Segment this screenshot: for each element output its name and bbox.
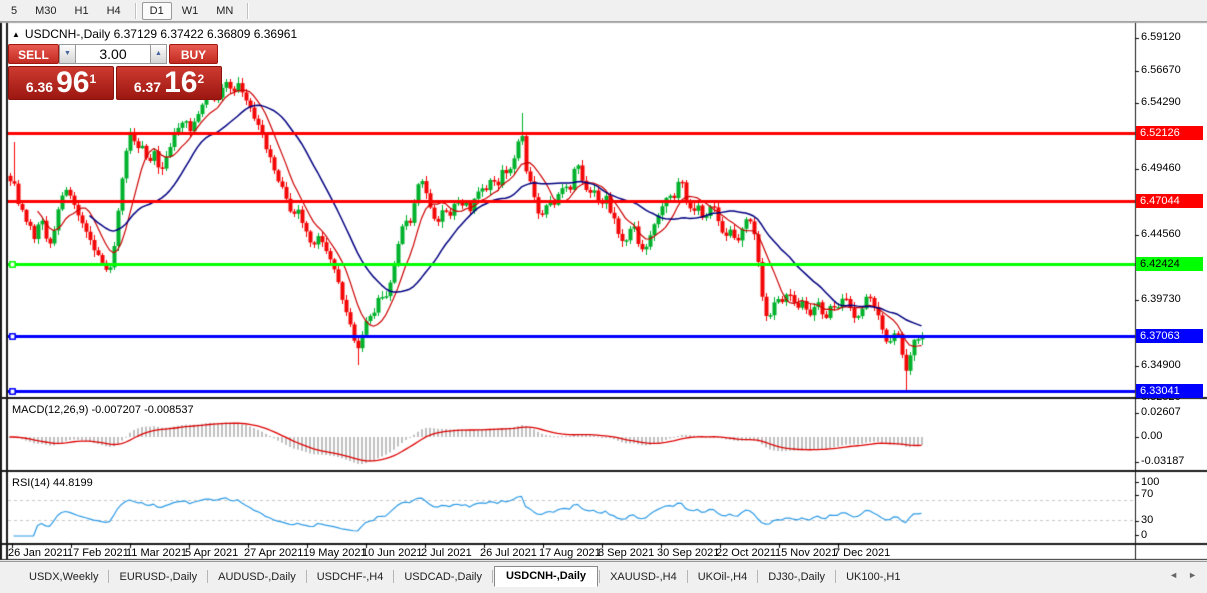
sell-price-small: 6.36 xyxy=(26,76,53,98)
buy-price-small: 6.37 xyxy=(134,76,161,98)
volume-increase-button[interactable]: ▲ xyxy=(150,44,167,64)
chart-tabs: USDX,WeeklyEURUSD-,DailyAUDUSD-,DailyUSD… xyxy=(20,566,909,587)
sell-price-sup: 1 xyxy=(89,74,96,84)
chart-tab-bar: USDX,WeeklyEURUSD-,DailyAUDUSD-,DailyUSD… xyxy=(0,561,1207,593)
buy-button[interactable]: BUY xyxy=(169,44,218,64)
buy-price-sup: 2 xyxy=(197,74,204,84)
tab-separator xyxy=(207,570,208,583)
sell-button[interactable]: SELL xyxy=(8,44,59,64)
tab-dj30-daily[interactable]: DJ30-,Daily xyxy=(759,568,834,587)
tab-separator xyxy=(687,570,688,583)
tab-separator xyxy=(835,570,836,583)
trade-panel-price-row: 6.36 96 1 6.37 16 2 xyxy=(8,66,222,100)
mt4-window: 5M30H1H4D1W1MN ▲USDCNH-,Daily 6.37129 6.… xyxy=(0,0,1207,593)
buy-price-button[interactable]: 6.37 16 2 xyxy=(116,66,222,100)
tab-separator xyxy=(599,570,600,583)
tab-uk100-h1[interactable]: UK100-,H1 xyxy=(837,568,909,587)
tab-separator xyxy=(108,570,109,583)
tab-scroll-right-icon[interactable]: ► xyxy=(1188,570,1197,580)
tab-separator xyxy=(393,570,394,583)
tab-usdcnh-daily[interactable]: USDCNH-,Daily xyxy=(494,566,598,587)
one-click-trading-panel: SELL ▼ ▲ BUY 6.36 96 1 6.37 16 2 xyxy=(8,44,222,100)
tab-separator xyxy=(757,570,758,583)
tab-usdcad-daily[interactable]: USDCAD-,Daily xyxy=(395,568,491,587)
tab-separator xyxy=(306,570,307,583)
sell-price-button[interactable]: 6.36 96 1 xyxy=(8,66,114,100)
trade-panel-top-row: SELL ▼ ▲ BUY xyxy=(8,44,222,64)
tab-usdx-weekly[interactable]: USDX,Weekly xyxy=(20,568,107,587)
volume-decrease-button[interactable]: ▼ xyxy=(59,44,76,64)
tab-audusd-daily[interactable]: AUDUSD-,Daily xyxy=(209,568,305,587)
tab-separator xyxy=(492,570,493,583)
volume-input[interactable] xyxy=(76,44,150,64)
tab-scroll-buttons: ◄ ► xyxy=(1169,570,1197,580)
buy-price-big: 16 xyxy=(164,68,197,98)
tab-ukoil-h4[interactable]: UKOil-,H4 xyxy=(689,568,757,587)
sell-price-big: 96 xyxy=(56,68,89,98)
tab-xauusd-h4[interactable]: XAUUSD-,H4 xyxy=(601,568,686,587)
tab-eurusd-daily[interactable]: EURUSD-,Daily xyxy=(110,568,206,587)
tab-scroll-left-icon[interactable]: ◄ xyxy=(1169,570,1178,580)
tab-usdchf-h4[interactable]: USDCHF-,H4 xyxy=(308,568,393,587)
